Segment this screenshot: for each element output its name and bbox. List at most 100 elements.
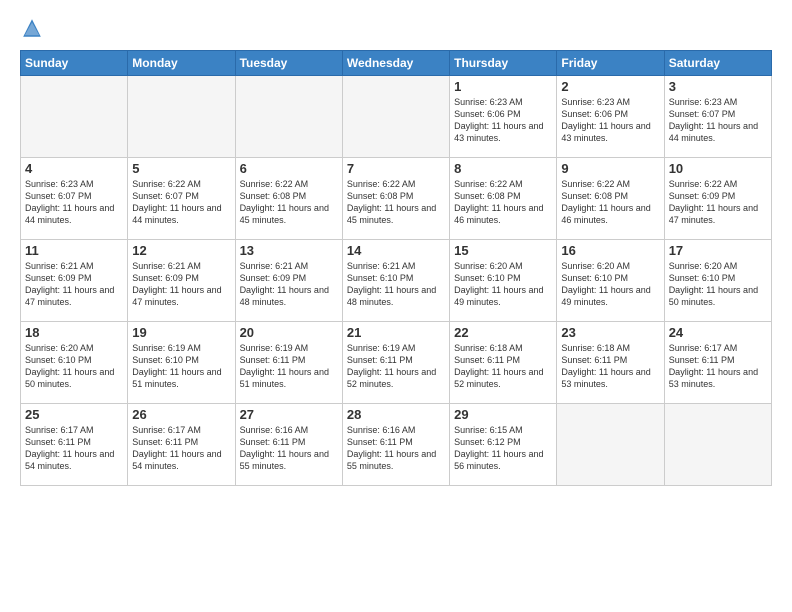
calendar-cell: 15Sunrise: 6:20 AMSunset: 6:10 PMDayligh… xyxy=(450,240,557,322)
day-number: 12 xyxy=(132,243,230,258)
day-info: Sunrise: 6:23 AMSunset: 6:07 PMDaylight:… xyxy=(669,96,767,145)
day-number: 24 xyxy=(669,325,767,340)
day-info: Sunrise: 6:22 AMSunset: 6:08 PMDaylight:… xyxy=(347,178,445,227)
day-number: 13 xyxy=(240,243,338,258)
day-number: 7 xyxy=(347,161,445,176)
day-header-saturday: Saturday xyxy=(664,51,771,76)
calendar-cell: 25Sunrise: 6:17 AMSunset: 6:11 PMDayligh… xyxy=(21,404,128,486)
calendar-cell: 10 Sunrise: 6:22 AMSunset: 6:09 PMDayligh… xyxy=(664,158,771,240)
calendar-cell xyxy=(128,76,235,158)
calendar-page: SundayMondayTuesdayWednesdayThursdayFrid… xyxy=(0,0,792,496)
day-info: Sunrise: 6:17 AMSunset: 6:11 PMDaylight:… xyxy=(669,342,767,391)
calendar-cell: 22 Sunrise: 6:18 AMSunset: 6:11 PMDayligh… xyxy=(450,322,557,404)
day-header-monday: Monday xyxy=(128,51,235,76)
week-row-1: 1 Sunrise: 6:23 AMSunset: 6:06 PMDaylight… xyxy=(21,76,772,158)
day-number: 8 xyxy=(454,161,552,176)
week-row-3: 11 Sunrise: 6:21 AMSunset: 6:09 PMDayligh… xyxy=(21,240,772,322)
day-header-friday: Friday xyxy=(557,51,664,76)
calendar-cell: 7 Sunrise: 6:22 AMSunset: 6:08 PMDaylight… xyxy=(342,158,449,240)
day-number: 21 xyxy=(347,325,445,340)
day-info: Sunrise: 6:18 AMSunset: 6:11 PMDaylight:… xyxy=(561,342,659,391)
calendar-cell xyxy=(21,76,128,158)
day-number: 9 xyxy=(561,161,659,176)
calendar-cell: 29 Sunrise: 6:15 AMSunset: 6:12 PMDayligh… xyxy=(450,404,557,486)
day-number: 19 xyxy=(132,325,230,340)
day-info: Sunrise: 6:19 AMSunset: 6:11 PMDaylight:… xyxy=(240,342,338,391)
logo-icon xyxy=(20,16,44,40)
calendar-cell: 1 Sunrise: 6:23 AMSunset: 6:06 PMDaylight… xyxy=(450,76,557,158)
day-info: Sunrise: 6:18 AMSunset: 6:11 PMDaylight:… xyxy=(454,342,552,391)
calendar-cell: 13 Sunrise: 6:21 AMSunset: 6:09 PMDayligh… xyxy=(235,240,342,322)
calendar-table: SundayMondayTuesdayWednesdayThursdayFrid… xyxy=(20,50,772,486)
day-number: 14 xyxy=(347,243,445,258)
day-number: 5 xyxy=(132,161,230,176)
day-number: 1 xyxy=(454,79,552,94)
day-number: 11 xyxy=(25,243,123,258)
day-number: 6 xyxy=(240,161,338,176)
day-number: 4 xyxy=(25,161,123,176)
header xyxy=(20,16,772,40)
logo xyxy=(20,16,48,40)
day-header-sunday: Sunday xyxy=(21,51,128,76)
day-info: Sunrise: 6:19 AMSunset: 6:11 PMDaylight:… xyxy=(347,342,445,391)
day-info: Sunrise: 6:20 AMSunset: 6:10 PMDaylight:… xyxy=(561,260,659,309)
calendar-cell: 24 Sunrise: 6:17 AMSunset: 6:11 PMDayligh… xyxy=(664,322,771,404)
day-number: 2 xyxy=(561,79,659,94)
day-number: 20 xyxy=(240,325,338,340)
day-number: 17 xyxy=(669,243,767,258)
calendar-cell: 2 Sunrise: 6:23 AMSunset: 6:06 PMDaylight… xyxy=(557,76,664,158)
day-info: Sunrise: 6:22 AMSunset: 6:08 PMDaylight:… xyxy=(454,178,552,227)
day-info: Sunrise: 6:16 AMSunset: 6:11 PMDaylight:… xyxy=(347,424,445,473)
day-info: Sunrise: 6:23 AMSunset: 6:06 PMDaylight:… xyxy=(454,96,552,145)
calendar-cell: 26 Sunrise: 6:17 AMSunset: 6:11 PMDayligh… xyxy=(128,404,235,486)
calendar-cell: 9 Sunrise: 6:22 AMSunset: 6:08 PMDaylight… xyxy=(557,158,664,240)
day-info: Sunrise: 6:23 AMSunset: 6:07 PMDaylight:… xyxy=(25,178,123,227)
calendar-cell: 8 Sunrise: 6:22 AMSunset: 6:08 PMDaylight… xyxy=(450,158,557,240)
day-info: Sunrise: 6:17 AMSunset: 6:11 PMDaylight:… xyxy=(132,424,230,473)
day-number: 16 xyxy=(561,243,659,258)
day-info: Sunrise: 6:17 AMSunset: 6:11 PMDaylight:… xyxy=(25,424,123,473)
calendar-cell: 6 Sunrise: 6:22 AMSunset: 6:08 PMDaylight… xyxy=(235,158,342,240)
calendar-cell: 20 Sunrise: 6:19 AMSunset: 6:11 PMDayligh… xyxy=(235,322,342,404)
day-number: 27 xyxy=(240,407,338,422)
day-number: 29 xyxy=(454,407,552,422)
day-info: Sunrise: 6:15 AMSunset: 6:12 PMDaylight:… xyxy=(454,424,552,473)
week-row-5: 25Sunrise: 6:17 AMSunset: 6:11 PMDayligh… xyxy=(21,404,772,486)
calendar-cell: 12 Sunrise: 6:21 AMSunset: 6:09 PMDayligh… xyxy=(128,240,235,322)
calendar-cell: 18 Sunrise: 6:20 AMSunset: 6:10 PMDayligh… xyxy=(21,322,128,404)
calendar-cell: 17Sunrise: 6:20 AMSunset: 6:10 PMDayligh… xyxy=(664,240,771,322)
day-info: Sunrise: 6:23 AMSunset: 6:06 PMDaylight:… xyxy=(561,96,659,145)
day-info: Sunrise: 6:21 AMSunset: 6:09 PMDaylight:… xyxy=(240,260,338,309)
day-info: Sunrise: 6:22 AMSunset: 6:08 PMDaylight:… xyxy=(561,178,659,227)
calendar-cell: 21 Sunrise: 6:19 AMSunset: 6:11 PMDayligh… xyxy=(342,322,449,404)
calendar-cell: 14 Sunrise: 6:21 AMSunset: 6:10 PMDayligh… xyxy=(342,240,449,322)
day-info: Sunrise: 6:22 AMSunset: 6:08 PMDaylight:… xyxy=(240,178,338,227)
day-header-wednesday: Wednesday xyxy=(342,51,449,76)
days-header-row: SundayMondayTuesdayWednesdayThursdayFrid… xyxy=(21,51,772,76)
day-info: Sunrise: 6:16 AMSunset: 6:11 PMDaylight:… xyxy=(240,424,338,473)
day-number: 22 xyxy=(454,325,552,340)
day-info: Sunrise: 6:20 AMSunset: 6:10 PMDaylight:… xyxy=(25,342,123,391)
day-info: Sunrise: 6:21 AMSunset: 6:09 PMDaylight:… xyxy=(132,260,230,309)
day-info: Sunrise: 6:20 AMSunset: 6:10 PMDaylight:… xyxy=(454,260,552,309)
day-info: Sunrise: 6:21 AMSunset: 6:09 PMDaylight:… xyxy=(25,260,123,309)
day-number: 26 xyxy=(132,407,230,422)
day-number: 3 xyxy=(669,79,767,94)
calendar-cell: 3 Sunrise: 6:23 AMSunset: 6:07 PMDaylight… xyxy=(664,76,771,158)
day-header-tuesday: Tuesday xyxy=(235,51,342,76)
calendar-cell: 4 Sunrise: 6:23 AMSunset: 6:07 PMDaylight… xyxy=(21,158,128,240)
day-number: 23 xyxy=(561,325,659,340)
day-number: 18 xyxy=(25,325,123,340)
day-number: 10 xyxy=(669,161,767,176)
calendar-cell xyxy=(664,404,771,486)
calendar-cell: 19Sunrise: 6:19 AMSunset: 6:10 PMDayligh… xyxy=(128,322,235,404)
calendar-cell xyxy=(235,76,342,158)
day-header-thursday: Thursday xyxy=(450,51,557,76)
calendar-cell: 16 Sunrise: 6:20 AMSunset: 6:10 PMDayligh… xyxy=(557,240,664,322)
calendar-cell xyxy=(557,404,664,486)
day-info: Sunrise: 6:22 AMSunset: 6:07 PMDaylight:… xyxy=(132,178,230,227)
calendar-cell: 5 Sunrise: 6:22 AMSunset: 6:07 PMDaylight… xyxy=(128,158,235,240)
day-info: Sunrise: 6:21 AMSunset: 6:10 PMDaylight:… xyxy=(347,260,445,309)
day-number: 28 xyxy=(347,407,445,422)
day-info: Sunrise: 6:22 AMSunset: 6:09 PMDaylight:… xyxy=(669,178,767,227)
